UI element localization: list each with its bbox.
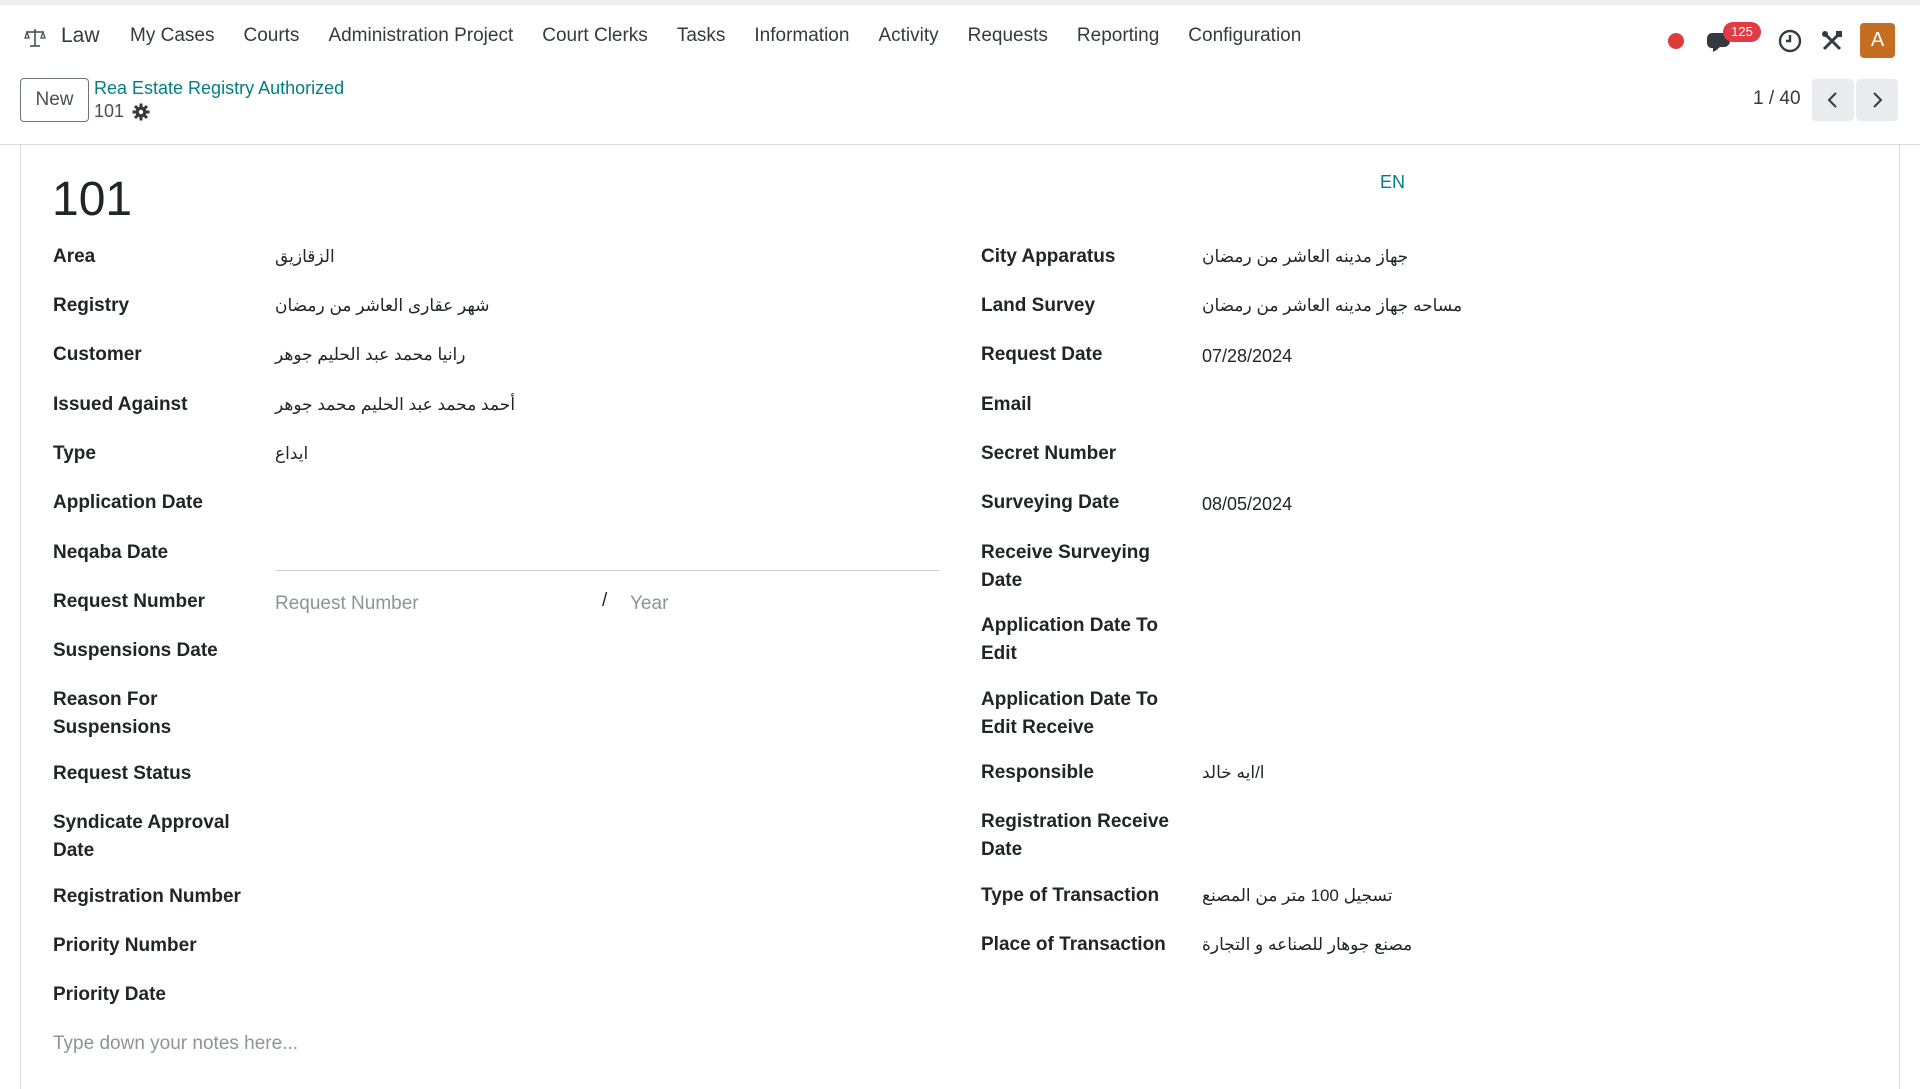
receive-surveying-date-label: Receive Surveying Date [981, 542, 1150, 591]
registry-value[interactable]: شهر عقارى العاشر من رمضان [275, 292, 489, 320]
request-date-label: Request Date [981, 344, 1103, 365]
responsible-label: Responsible [981, 762, 1094, 783]
land-survey-value[interactable]: مساحه جهاز مدينه العاشر من رمضان [1202, 292, 1462, 320]
pager-value[interactable]: 1 / 40 [1753, 88, 1801, 110]
new-button[interactable]: New [20, 78, 89, 122]
gear-icon[interactable] [132, 103, 150, 121]
secret-number-label: Secret Number [981, 443, 1117, 464]
main-menu: My Cases Courts Administration Project C… [130, 25, 1330, 47]
place-of-transaction-label: Place of Transaction [981, 934, 1166, 955]
menu-item-requests[interactable]: Requests [968, 25, 1048, 47]
issued-against-value[interactable]: أحمد محمد عبد الحليم محمد جوهر [275, 391, 515, 419]
application-date-label: Application Date [53, 492, 203, 513]
breadcrumb-current-record: 101 [94, 101, 125, 121]
request-number-separator: / [602, 590, 608, 611]
type-label: Type [53, 443, 96, 464]
application-date-to-edit-receive-label: Application Date To Edit Receive [981, 689, 1158, 738]
registration-number-label: Registration Number [53, 886, 241, 907]
year-input[interactable]: Year [630, 590, 668, 618]
type-of-transaction-label: Type of Transaction [981, 885, 1160, 906]
issued-against-label: Issued Against [53, 394, 188, 415]
type-value[interactable]: ايداع [275, 440, 308, 468]
request-number-label: Request Number [53, 591, 206, 612]
menu-item-reporting[interactable]: Reporting [1077, 25, 1159, 47]
menu-item-information[interactable]: Information [754, 25, 849, 47]
application-date-to-edit-label: Application Date To Edit [981, 615, 1158, 664]
menu-item-configuration[interactable]: Configuration [1188, 25, 1301, 47]
menu-item-my-cases[interactable]: My Cases [130, 25, 214, 47]
suspensions-date-label: Suspensions Date [53, 640, 218, 661]
registry-label: Registry [53, 295, 130, 316]
reason-for-suspensions-label: Reason For Suspensions [53, 689, 172, 738]
customer-label: Customer [53, 344, 142, 365]
city-apparatus-label: City Apparatus [981, 246, 1116, 267]
menu-item-administration-project[interactable]: Administration Project [328, 25, 513, 47]
syndicate-approval-date-label: Syndicate Approval Date [53, 812, 230, 861]
priority-number-label: Priority Number [53, 935, 197, 956]
chevron-right-icon [1873, 92, 1883, 108]
land-survey-label: Land Survey [981, 295, 1096, 316]
pager-previous-button[interactable] [1812, 79, 1854, 121]
record-title[interactable]: 101 [52, 172, 132, 227]
top-navbar: Law My Cases Courts Administration Proje… [0, 0, 1920, 72]
breadcrumb-parent-link[interactable]: Rea Estate Registry Authorized [94, 78, 344, 99]
clock-icon[interactable] [1778, 29, 1802, 53]
email-label: Email [981, 394, 1032, 415]
neqaba-date-label: Neqaba Date [53, 542, 169, 563]
request-date-value[interactable]: 07/28/2024 [1202, 342, 1292, 370]
status-dot-icon[interactable] [1668, 33, 1684, 49]
request-status-label: Request Status [53, 763, 192, 784]
request-number-input[interactable]: Request Number [275, 590, 419, 618]
avatar[interactable]: A [1860, 23, 1895, 58]
area-label: Area [53, 246, 96, 267]
scales-icon[interactable] [24, 27, 46, 49]
app-brand[interactable]: Law [61, 24, 100, 48]
priority-date-label: Priority Date [53, 984, 166, 1005]
responsible-value[interactable]: ا/ايه خالد [1202, 759, 1265, 787]
pager-next-button[interactable] [1856, 79, 1898, 121]
area-value[interactable]: الزقازيق [275, 243, 335, 271]
surveying-date-value[interactable]: 08/05/2024 [1202, 490, 1292, 518]
messages-badge: 125 [1723, 22, 1761, 42]
notes-input[interactable]: Type down your notes here... [53, 1033, 298, 1055]
control-panel: New Rea Estate Registry Authorized 101 1… [0, 72, 1920, 145]
customer-value[interactable]: رانيا محمد عبد الحليم جوهر [275, 341, 465, 369]
menu-item-court-clerks[interactable]: Court Clerks [542, 25, 648, 47]
surveying-date-label: Surveying Date [981, 492, 1120, 513]
language-toggle[interactable]: EN [1380, 172, 1405, 193]
type-of-transaction-value[interactable]: تسجيل 100 متر من المصنع [1202, 882, 1392, 910]
neqaba-date-input[interactable] [275, 570, 940, 571]
menu-item-tasks[interactable]: Tasks [677, 25, 726, 47]
registration-receive-date-label: Registration Receive Date [981, 811, 1169, 860]
menu-item-activity[interactable]: Activity [878, 25, 938, 47]
tools-icon[interactable] [1820, 29, 1844, 53]
city-apparatus-value[interactable]: جهاز مدينه العاشر من رمضان [1202, 243, 1408, 271]
chevron-left-icon [1827, 92, 1837, 108]
place-of-transaction-value[interactable]: مصنع جوهار للصناعه و التجارة [1202, 931, 1412, 959]
menu-item-courts[interactable]: Courts [243, 25, 299, 47]
